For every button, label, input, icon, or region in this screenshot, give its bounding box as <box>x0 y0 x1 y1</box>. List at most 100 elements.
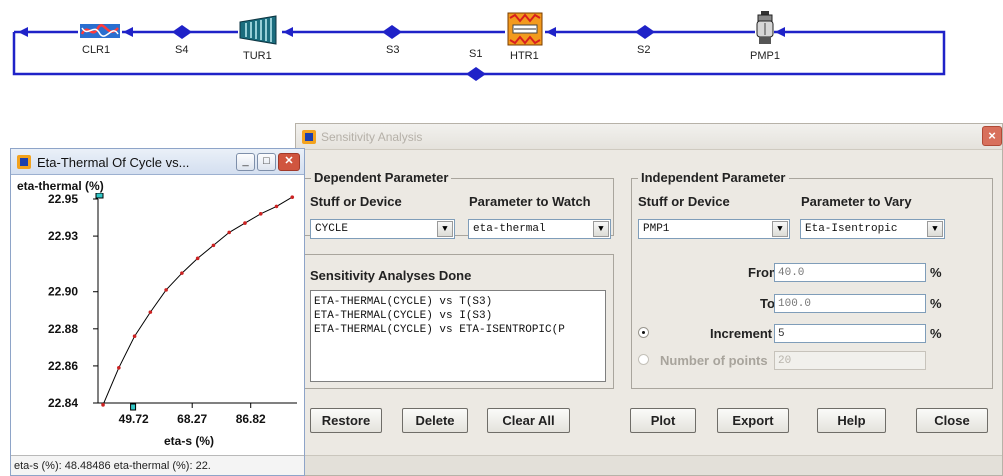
analyses-done-title: Sensitivity Analyses Done <box>310 268 472 283</box>
y-tick-label: 22.84 <box>48 396 78 410</box>
help-button[interactable]: Help <box>817 408 886 433</box>
npoints-label: Number of points <box>660 353 768 368</box>
ind-stuff-select[interactable]: PMP1 ▼ <box>638 219 790 239</box>
sensitivity-titlebar[interactable]: Sensitivity Analysis × <box>296 124 1002 150</box>
data-point <box>258 212 263 216</box>
y-tick-label: 22.95 <box>48 193 78 206</box>
dep-stuff-select[interactable]: CYCLE ▼ <box>310 219 455 239</box>
cycle-lines <box>12 25 946 81</box>
npoints-field[interactable]: 20 <box>774 351 926 370</box>
x-axis-title: eta-s (%) <box>164 434 214 448</box>
from-field[interactable]: 40.0 <box>774 263 926 282</box>
htr1-label: HTR1 <box>510 50 539 62</box>
app-icon <box>302 130 316 144</box>
s1-node <box>466 67 486 81</box>
data-point <box>148 310 153 314</box>
y-tick-label: 22.88 <box>48 322 78 336</box>
plot-statusbar: eta-s (%): 48.48486 eta-thermal (%): 22. <box>11 455 304 475</box>
independent-group-title: Independent Parameter <box>638 170 789 185</box>
chevron-down-icon[interactable]: ▼ <box>772 221 788 237</box>
pmp1-label: PMP1 <box>750 50 780 62</box>
plot-window: Eta-Thermal Of Cycle vs... _ □ ✕ eta-the… <box>10 148 305 476</box>
clr1-label: CLR1 <box>82 44 111 56</box>
data-point <box>164 288 168 292</box>
ind-stuff-value: PMP1 <box>643 223 670 235</box>
minimize-icon[interactable]: _ <box>236 153 255 171</box>
list-item[interactable]: ETA-THERMAL(CYCLE) vs ETA-ISENTROPIC(P <box>314 323 602 337</box>
data-point <box>195 256 200 261</box>
s2-label: S2 <box>637 44 651 56</box>
data-point <box>180 271 184 275</box>
to-unit: % <box>930 296 942 311</box>
s1-label: S1 <box>469 48 483 60</box>
dependent-group-title: Dependent Parameter <box>311 170 452 185</box>
data-point <box>274 204 279 209</box>
close-icon[interactable]: × <box>982 126 1002 146</box>
data-point <box>227 230 231 235</box>
increment-radio[interactable] <box>638 327 649 338</box>
sensitivity-window: Sensitivity Analysis × Dependent Paramet… <box>295 123 1003 476</box>
increment-label: Increment <box>710 326 773 341</box>
plot-titlebar[interactable]: Eta-Thermal Of Cycle vs... _ □ ✕ <box>11 149 304 175</box>
ind-stuff-label: Stuff or Device <box>638 194 730 209</box>
list-item[interactable]: ETA-THERMAL(CYCLE) vs I(S3) <box>314 309 602 323</box>
y-tick-label: 22.93 <box>48 229 78 243</box>
ind-param-select[interactable]: Eta-Isentropic ▼ <box>800 219 945 239</box>
restore-button[interactable]: Restore <box>310 408 382 433</box>
ind-param-label: Parameter to Vary <box>801 194 912 209</box>
data-point <box>290 195 295 199</box>
pump-icon[interactable] <box>755 10 775 46</box>
export-button[interactable]: Export <box>717 408 789 433</box>
y-tick-label: 22.86 <box>48 359 78 373</box>
x-tick-label: 86.82 <box>236 412 266 426</box>
s2-node <box>635 25 655 39</box>
sensitivity-title: Sensitivity Analysis <box>321 130 423 144</box>
clear-all-button[interactable]: Clear All <box>487 408 570 433</box>
sensitivity-statusbar <box>296 455 1002 475</box>
close-button[interactable]: Close <box>916 408 988 433</box>
plot-button[interactable]: Plot <box>630 408 696 433</box>
close-icon[interactable]: ✕ <box>278 153 300 171</box>
tur1-label: TUR1 <box>243 50 272 62</box>
ind-param-value: Eta-Isentropic <box>805 223 898 235</box>
to-field[interactable]: 100.0 <box>774 294 926 313</box>
x-cursor-marker <box>130 403 137 411</box>
chevron-down-icon[interactable]: ▼ <box>593 221 609 237</box>
data-point <box>132 334 137 339</box>
increment-field[interactable]: 5 <box>774 324 926 343</box>
plot-area[interactable]: 22.84 22.86 22.88 22.90 22.93 22.95 49.72 68.27… <box>11 193 304 455</box>
to-label: To <box>760 296 775 311</box>
dep-stuff-label: Stuff or Device <box>310 194 402 209</box>
y-tick-label: 22.90 <box>48 285 78 299</box>
app-icon <box>17 155 31 169</box>
list-item[interactable]: ETA-THERMAL(CYCLE) vs T(S3) <box>314 295 602 309</box>
chevron-down-icon[interactable]: ▼ <box>437 221 453 237</box>
chevron-down-icon[interactable]: ▼ <box>927 221 943 237</box>
maximize-icon[interactable]: □ <box>257 153 276 171</box>
s4-label: S4 <box>175 44 189 56</box>
s3-node <box>382 25 402 39</box>
x-tick-label: 68.27 <box>177 412 207 426</box>
increment-unit: % <box>930 326 942 341</box>
plot-title: Eta-Thermal Of Cycle vs... <box>37 155 190 170</box>
heater-icon[interactable] <box>505 12 545 46</box>
y-axis-title: eta-thermal (%) <box>17 179 104 193</box>
cycle-diagram: CLR1 S4 TUR1 S3 S1 HTR1 S2 PMP1 <box>0 0 1003 90</box>
analyses-list[interactable]: ETA-THERMAL(CYCLE) vs T(S3) ETA-THERMAL(… <box>310 290 606 382</box>
dep-stuff-value: CYCLE <box>315 223 349 235</box>
npoints-radio[interactable] <box>638 354 649 365</box>
dep-param-value: eta-thermal <box>473 223 546 235</box>
data-point <box>101 403 105 407</box>
delete-button[interactable]: Delete <box>402 408 468 433</box>
y-cursor-marker <box>95 193 104 199</box>
s3-label: S3 <box>386 44 400 56</box>
data-point <box>211 243 216 248</box>
s4-node <box>172 25 192 39</box>
dep-param-select[interactable]: eta-thermal ▼ <box>468 219 611 239</box>
x-tick-label: 49.72 <box>119 412 149 426</box>
turbine-icon[interactable] <box>238 14 282 46</box>
data-point <box>117 365 121 370</box>
data-point <box>243 221 247 225</box>
cooler-icon[interactable] <box>78 20 122 42</box>
from-unit: % <box>930 265 942 280</box>
